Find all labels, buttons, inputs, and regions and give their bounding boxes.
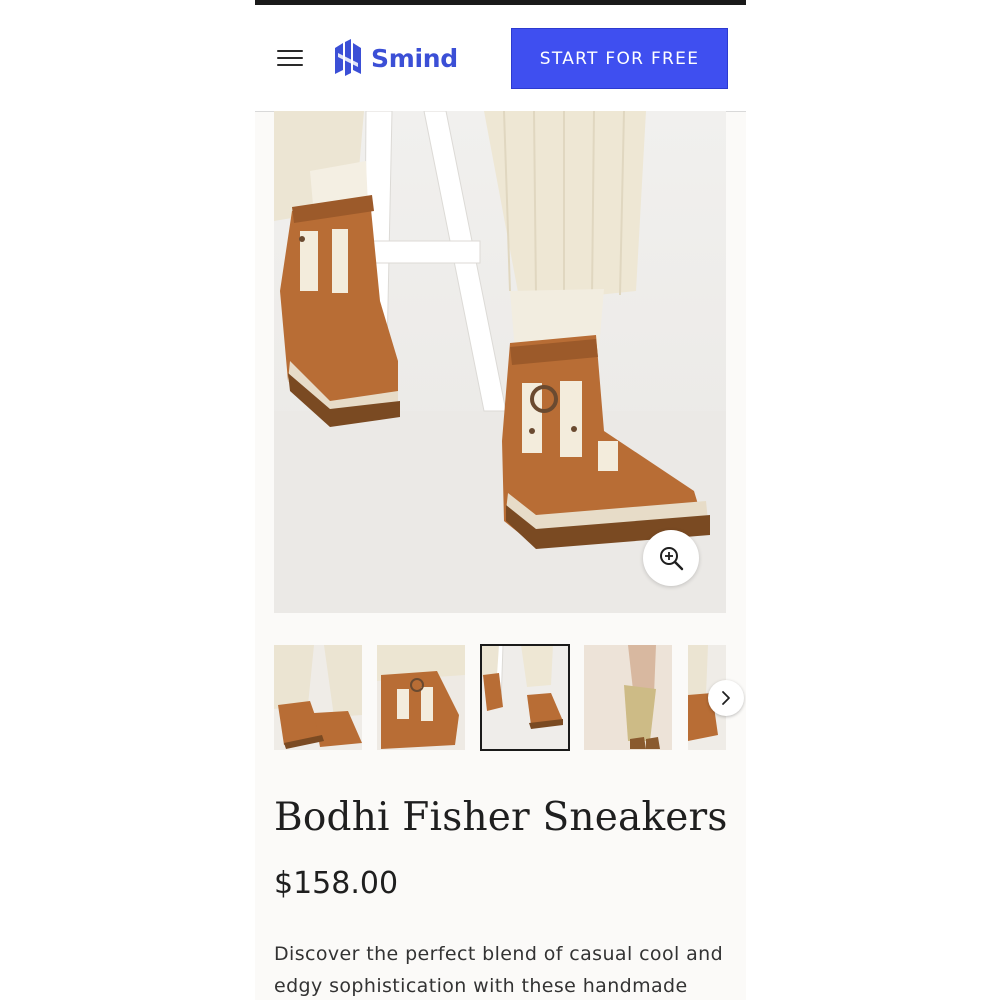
thumbnail-image [377, 645, 465, 750]
mobile-page: Smind START FOR FREE Bodhi Fisher Sneake… [255, 0, 746, 1000]
product-thumbnail[interactable] [584, 645, 672, 750]
product-description: Discover the perfect blend of casual coo… [274, 943, 724, 997]
product-thumbnail[interactable] [274, 645, 362, 750]
hamburger-menu-icon[interactable] [277, 48, 303, 68]
thumbnail-image [274, 645, 362, 750]
chevron-right-icon [722, 691, 730, 705]
thumbnails-next-button[interactable] [708, 680, 744, 716]
thumbnail-image [584, 645, 672, 750]
product-title: Bodhi Fisher Sneakers [274, 795, 728, 840]
site-header: Smind START FOR FREE [255, 5, 746, 112]
brand-name: Smind [371, 43, 458, 73]
product-price: $158.00 [274, 866, 399, 901]
product-thumbnail-selected[interactable] [480, 644, 570, 751]
brand-logo[interactable]: Smind [331, 38, 458, 78]
thumbnail-image [481, 645, 569, 750]
product-thumbnail[interactable] [377, 645, 465, 750]
start-for-free-button[interactable]: START FOR FREE [511, 28, 728, 89]
smind-logo-icon [335, 39, 361, 76]
zoom-in-icon [660, 547, 684, 571]
zoom-button[interactable] [643, 530, 699, 586]
